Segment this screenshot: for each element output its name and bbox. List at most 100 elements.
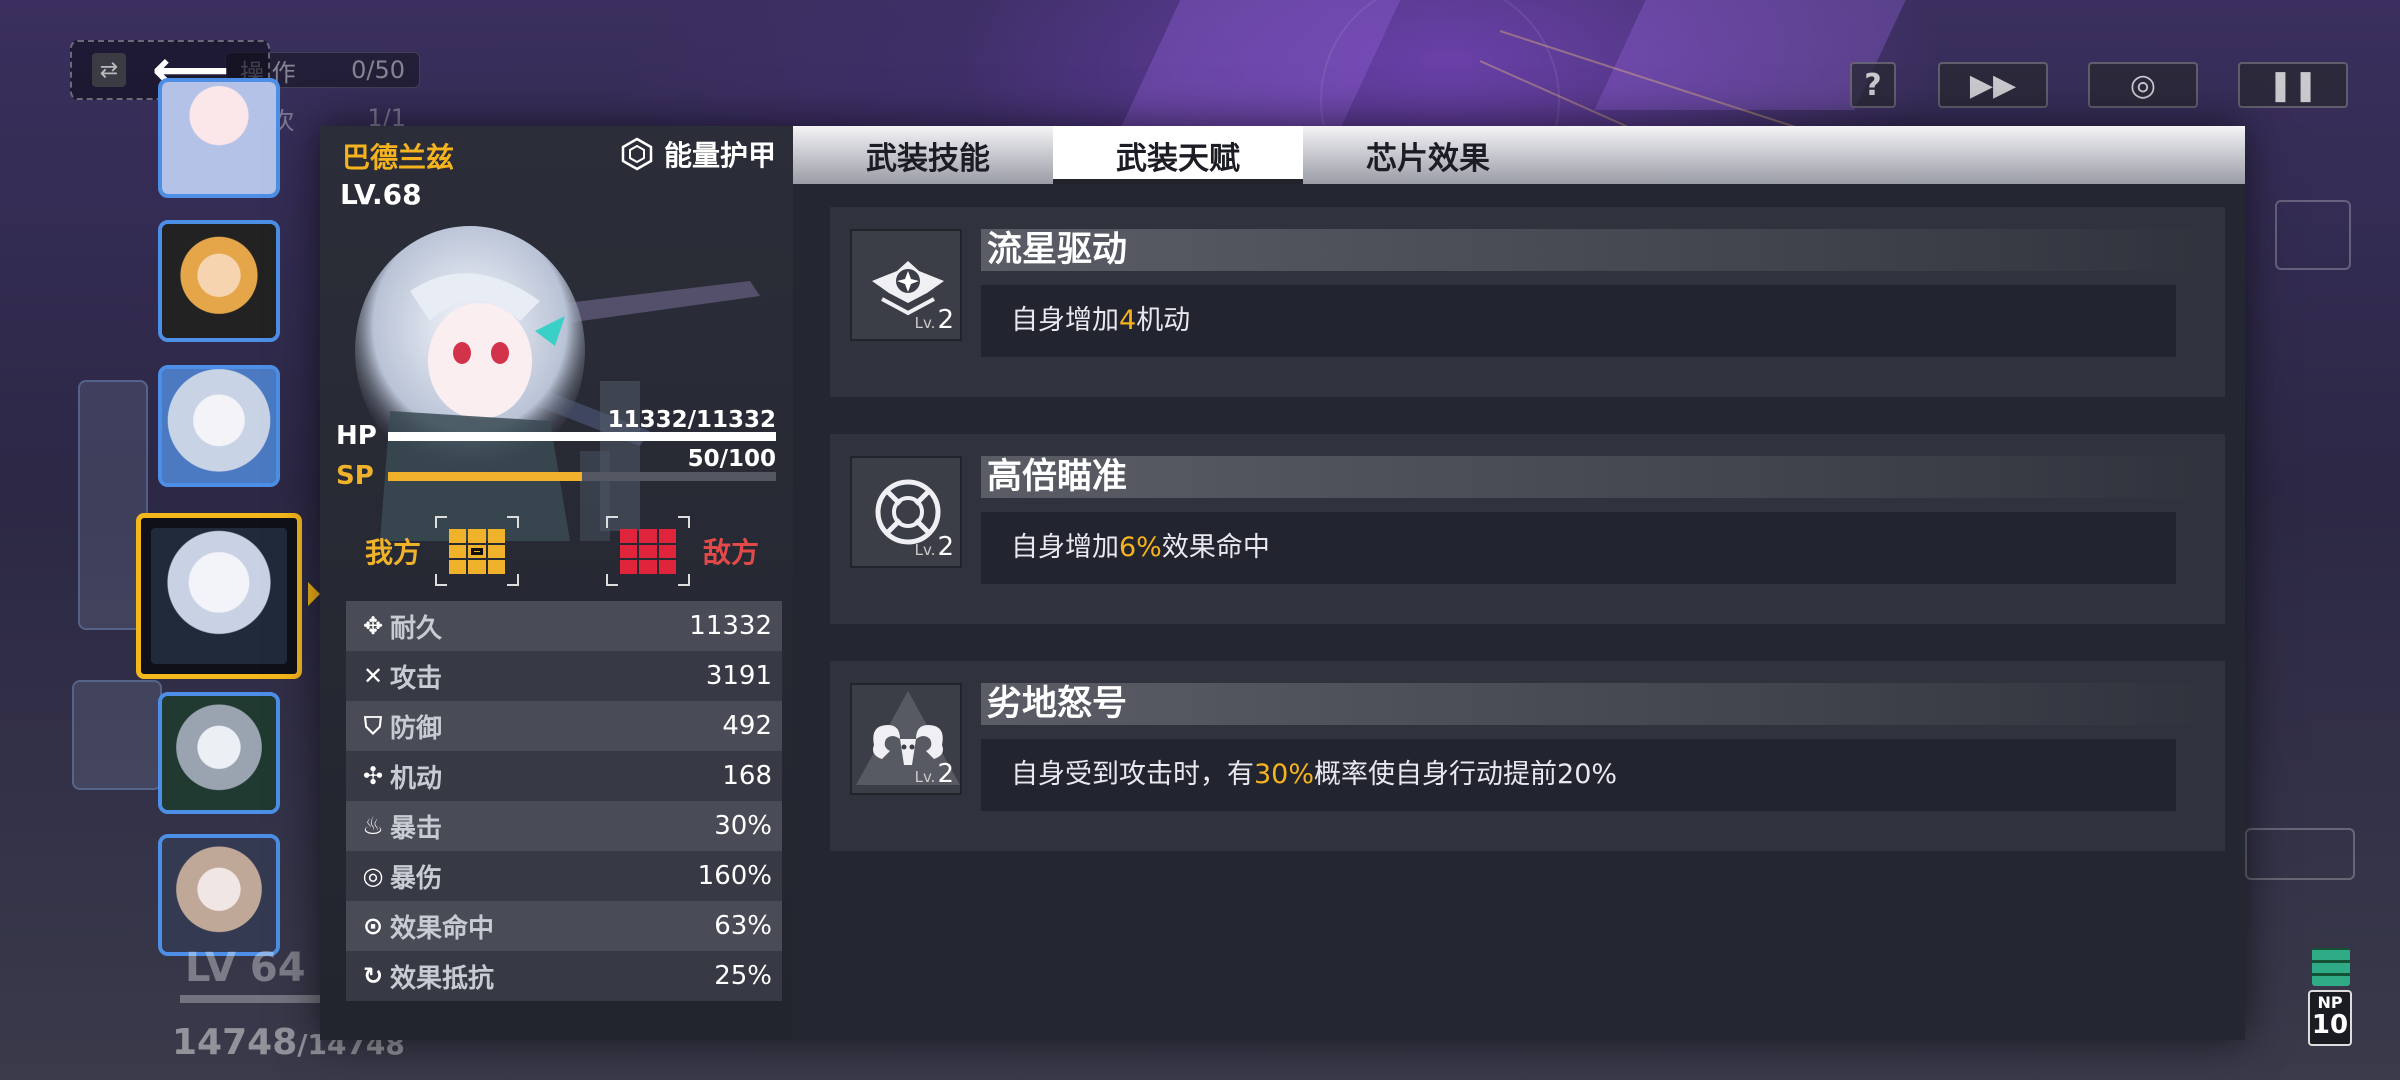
durability-icon: ✥ xyxy=(362,612,384,640)
tab-bar: 武装技能 武装天赋 芯片效果 xyxy=(793,126,2245,184)
unit-portrait[interactable] xyxy=(158,220,280,342)
position-indicator: 我方 敌方 xyxy=(320,508,793,588)
target-icon: ◎ xyxy=(2129,67,2157,103)
talent-level: 2 xyxy=(937,759,954,789)
enemy-grid-cells xyxy=(620,529,676,574)
character-panel: 巴德兰兹 LV.68 能量护甲 HP 11332/11332 SP 50/100… xyxy=(320,126,793,1040)
stat-value: 30% xyxy=(714,811,772,841)
portrait-art xyxy=(162,224,276,338)
stat-label: 效果命中 xyxy=(390,913,495,944)
fast-forward-icon: ▶▶ xyxy=(1969,67,2017,103)
attack-icon: ✕ xyxy=(362,662,384,690)
unit-portrait[interactable] xyxy=(158,365,280,487)
talent-icon-frame: Lv.2 xyxy=(850,683,962,795)
stat-row-attack: ✕ 攻击 3191 xyxy=(346,651,782,701)
bg-hp-bar xyxy=(180,995,330,1003)
talent-card: Lv.2 流星驱动 自身增加4机动 xyxy=(830,207,2225,397)
talent-description: 自身增加4机动 xyxy=(981,285,2176,357)
stat-label: 暴击 xyxy=(390,813,443,844)
effect-hit-icon: ⊙ xyxy=(362,912,384,940)
unit-portrait[interactable] xyxy=(158,78,280,198)
portrait-art xyxy=(162,82,276,194)
ally-label: 我方 xyxy=(365,536,422,569)
stat-row-mobility: ✣ 机动 168 xyxy=(346,751,782,801)
sp-bar xyxy=(388,471,776,481)
armor-label: 能量护甲 xyxy=(664,139,777,172)
level-prefix: Lv. xyxy=(914,768,936,786)
crit-icon: ♨ xyxy=(362,812,384,840)
character-name: 巴德兰兹 xyxy=(342,141,455,174)
bg-hp-current: 14748 xyxy=(172,1022,298,1063)
formation-icon[interactable] xyxy=(2275,200,2351,270)
stat-value: 168 xyxy=(722,761,772,791)
stat-value: 160% xyxy=(697,861,772,891)
grid-icon[interactable] xyxy=(2312,948,2350,986)
portrait-art xyxy=(162,696,276,810)
character-detail-modal: 巴德兰兹 LV.68 能量护甲 HP 11332/11332 SP 50/100… xyxy=(320,126,2245,1040)
stat-value: 63% xyxy=(714,911,772,941)
highlight-value: 6% xyxy=(1119,532,1162,563)
unit-portrait[interactable] xyxy=(158,692,280,814)
np-badge: NP 10 xyxy=(2308,990,2352,1046)
hexagon-shield-icon xyxy=(621,137,653,171)
stat-row-effect-hit: ⊙ 效果命中 63% xyxy=(346,901,782,951)
stat-row-crit-damage: ◎ 暴伤 160% xyxy=(346,851,782,901)
stat-label: 攻击 xyxy=(390,663,443,694)
stat-value: 3191 xyxy=(705,661,772,691)
stat-label: 耐久 xyxy=(390,613,443,644)
enemy-label: 敌方 xyxy=(703,536,760,569)
stat-label: 机动 xyxy=(390,763,443,794)
highlight-value: 30% xyxy=(1254,759,1315,790)
pause-button[interactable]: ❚❚ xyxy=(2238,62,2348,108)
sp-bar-fill xyxy=(388,471,582,481)
tab-chip-effects[interactable]: 芯片效果 xyxy=(1303,126,1553,184)
talent-level: 2 xyxy=(937,305,954,335)
swap-icon[interactable]: ⇄ xyxy=(92,53,126,87)
stat-label: 防御 xyxy=(390,713,443,744)
defense-icon: ⛉ xyxy=(364,712,382,740)
highlight-value: 4 xyxy=(1119,305,1137,336)
ally-grid xyxy=(435,516,519,586)
talent-icon-frame: Lv.2 xyxy=(850,456,962,568)
pause-icon: ❚❚ xyxy=(2267,67,2319,103)
level-prefix: Lv. xyxy=(914,541,936,559)
talent-icon-frame: Lv.2 xyxy=(850,229,962,341)
stat-label: 效果抵抗 xyxy=(390,963,495,994)
stat-label: 暴伤 xyxy=(390,863,443,894)
hp-label: HP xyxy=(336,421,377,451)
stat-value: 492 xyxy=(722,711,772,741)
help-button[interactable]: ? xyxy=(1850,62,1896,108)
enemy-grid xyxy=(606,516,690,586)
stat-row-effect-resist: ↻ 效果抵抗 25% xyxy=(346,951,782,1001)
help-icon: ? xyxy=(1864,67,1882,103)
talent-title: 流星驱动 xyxy=(981,229,2216,271)
talent-level: 2 xyxy=(937,532,954,562)
level-prefix: Lv. xyxy=(914,314,936,332)
np-value: 10 xyxy=(2311,1010,2349,1040)
talent-card: Lv.2 高倍瞄准 自身增加6%效果命中 xyxy=(830,434,2225,624)
portrait-art xyxy=(151,528,287,664)
stats-table: ✥ 耐久 11332 ✕ 攻击 3191 ⛉ 防御 492 ✣ 机动 168 ♨ 暴击 3… xyxy=(346,601,782,1001)
unit-portrait-selected[interactable] xyxy=(136,513,302,679)
selection-arrow-icon xyxy=(308,582,320,606)
speed-button[interactable]: ▶▶ xyxy=(1938,62,2048,108)
stat-value: 25% xyxy=(714,961,772,991)
hp-value: 11332/11332 xyxy=(607,407,776,433)
unit-portrait[interactable] xyxy=(158,834,280,956)
talent-title: 高倍瞄准 xyxy=(981,456,2216,498)
stat-row-defense: ⛉ 防御 492 xyxy=(346,701,782,751)
effect-resist-icon: ↻ xyxy=(362,962,384,990)
tab-armament-skills[interactable]: 武装技能 xyxy=(803,126,1053,184)
skill-slot[interactable] xyxy=(2245,828,2355,880)
stat-row-durability: ✥ 耐久 11332 xyxy=(346,601,782,651)
portrait-art xyxy=(162,369,276,483)
operations-value: 0/50 xyxy=(351,56,405,84)
mobility-icon: ✣ xyxy=(362,762,384,790)
talent-description: 自身受到攻击时，有30%概率使自身行动提前20% xyxy=(981,739,2176,811)
tab-armament-talents[interactable]: 武装天赋 xyxy=(1053,126,1303,184)
talent-title: 劣地怒号 xyxy=(981,683,2216,725)
ally-grid-cells xyxy=(449,529,505,574)
character-art xyxy=(355,226,760,541)
auto-button[interactable]: ◎ xyxy=(2088,62,2198,108)
sp-value: 50/100 xyxy=(687,446,776,472)
